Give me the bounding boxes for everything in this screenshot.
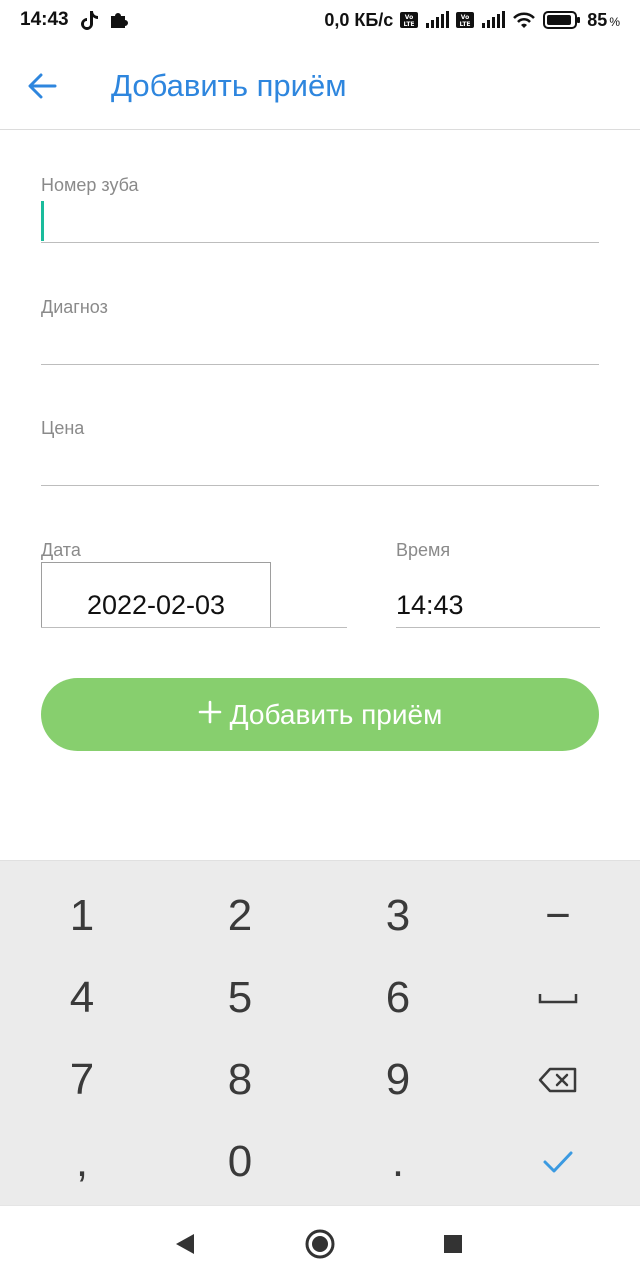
circle-home-icon <box>305 1229 335 1259</box>
key-1[interactable]: 1 <box>2 875 162 957</box>
key-7[interactable]: 7 <box>2 1039 162 1121</box>
key-6[interactable]: 6 <box>318 957 478 1039</box>
time-label: Время <box>396 540 451 560</box>
key-period[interactable]: . <box>318 1121 478 1203</box>
tooth-number-label: Номер зуба <box>41 175 139 195</box>
battery-percent: 85 <box>587 9 608 30</box>
tooth-number-input[interactable] <box>41 203 599 243</box>
signal-icon-2 <box>481 11 506 29</box>
navigation-bar <box>0 1205 640 1280</box>
date-input[interactable]: 2022-02-03 <box>41 562 271 628</box>
price-field: Цена <box>41 418 599 488</box>
check-icon <box>543 1151 573 1173</box>
key-done[interactable] <box>478 1121 638 1203</box>
wifi-icon <box>511 10 537 30</box>
key-4[interactable]: 4 <box>2 957 162 1039</box>
nav-back-button[interactable] <box>167 1226 203 1262</box>
nav-home-button[interactable] <box>302 1226 338 1262</box>
page-title: Добавить приём <box>111 68 347 103</box>
tiktok-icon <box>79 9 99 31</box>
key-comma[interactable]: , <box>2 1121 162 1203</box>
status-bar: 14:43 0,0 КБ/с Vo LTE Vo LTE 85% <box>0 0 640 40</box>
add-appointment-button[interactable]: Добавить приём <box>41 678 599 751</box>
key-backspace[interactable] <box>478 1039 638 1121</box>
plus-icon <box>198 699 222 727</box>
signal-icon <box>425 11 450 29</box>
triangle-back-icon <box>176 1234 194 1254</box>
svg-text:Vo: Vo <box>461 14 469 21</box>
diagnosis-label: Диагноз <box>41 297 108 317</box>
tooth-number-field: Номер зуба <box>41 175 599 245</box>
volte-icon-2: Vo LTE <box>455 11 475 29</box>
arrow-left-icon <box>28 73 57 99</box>
key-8[interactable]: 8 <box>160 1039 320 1121</box>
svg-text:LTE: LTE <box>404 21 415 28</box>
nav-recents-button[interactable] <box>435 1226 471 1262</box>
key-0[interactable]: 0 <box>160 1121 320 1203</box>
price-input[interactable] <box>41 446 599 486</box>
svg-text:Vo: Vo <box>405 14 413 21</box>
back-button[interactable] <box>24 68 60 104</box>
backspace-icon <box>538 1067 577 1093</box>
status-time: 14:43 <box>20 9 69 30</box>
key-3[interactable]: 3 <box>318 875 478 957</box>
key-2[interactable]: 2 <box>160 875 320 957</box>
space-icon <box>538 994 578 1004</box>
battery-icon <box>543 11 581 29</box>
key-space[interactable] <box>478 957 638 1039</box>
square-recents-icon <box>444 1235 462 1253</box>
key-minus[interactable]: − <box>478 875 638 957</box>
puzzle-icon <box>109 10 129 30</box>
app-bar: Добавить приём <box>0 40 640 130</box>
price-label: Цена <box>41 418 85 438</box>
add-appointment-label: Добавить приём <box>229 698 443 730</box>
volte-icon: Vo LTE <box>399 11 419 29</box>
time-input[interactable]: 14:43 <box>396 590 464 621</box>
date-underline <box>41 627 347 628</box>
battery-percent-sign: % <box>609 14 620 29</box>
diagnosis-field: Диагноз <box>41 297 599 367</box>
key-5[interactable]: 5 <box>160 957 320 1039</box>
numeric-keyboard: 1 2 3 − 4 5 6 7 8 9 , 0 . <box>0 860 640 1205</box>
diagnosis-input[interactable] <box>41 325 599 365</box>
svg-text:LTE: LTE <box>460 21 471 28</box>
time-underline <box>396 627 600 628</box>
network-speed: 0,0 КБ/с <box>324 9 394 30</box>
key-9[interactable]: 9 <box>318 1039 478 1121</box>
date-label: Дата <box>41 540 81 560</box>
